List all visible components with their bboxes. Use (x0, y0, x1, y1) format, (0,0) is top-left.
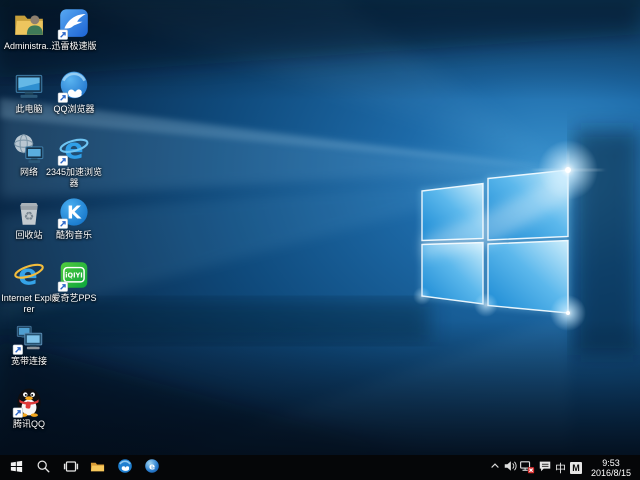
desktop-icon-label: 回收站 (15, 230, 42, 241)
desktop-icon-label: 宽带连接 (11, 356, 47, 367)
file-explorer-button[interactable] (84, 455, 111, 480)
tencent-qq-icon (12, 384, 46, 418)
shortcut-arrow-badge (58, 93, 68, 103)
desktop-icon-label: 迅雷极速版 (51, 41, 96, 52)
svg-text:iQIYI: iQIYI (65, 271, 83, 279)
svg-text:e: e (148, 462, 154, 472)
clock-time: 9:53 (586, 458, 636, 468)
network-status-button[interactable] (518, 455, 536, 480)
taskbar-clock[interactable]: 9:53 2016/8/15 (584, 458, 638, 478)
shortcut-arrow-badge (13, 345, 23, 355)
user-folder-icon (12, 6, 46, 40)
thunder-speed-icon (57, 6, 91, 40)
iqiyi-pps-icon: iQIYI (57, 258, 91, 292)
speaker-icon (503, 459, 517, 476)
chevron-up-icon (489, 460, 501, 475)
internet-explorer-icon: e (12, 258, 46, 292)
network-disconnected-icon (519, 459, 535, 477)
speech-bubble-icon (538, 459, 552, 476)
desktop-icon-label: 2345加速浏览器 (45, 167, 103, 189)
desktop-icon-iqiyi[interactable]: iQIYI 爱奇艺PPS (45, 258, 103, 304)
volume-button[interactable] (502, 455, 518, 480)
ime-letter-indicator: M (570, 462, 582, 474)
recycle-bin-icon: ♻ (12, 195, 46, 229)
shortcut-arrow-badge (58, 156, 68, 166)
folder-icon (89, 459, 106, 477)
clock-date: 2016/8/15 (586, 468, 636, 478)
desktop-icon-label: 腾讯QQ (13, 419, 45, 430)
shortcut-arrow-badge (13, 408, 23, 418)
browser-sphere-taskbar-button[interactable]: e (138, 455, 165, 480)
search-icon (36, 459, 51, 477)
blue-sphere-e-icon: e (144, 458, 160, 477)
desktop-icon-2345-browser[interactable]: e 2345加速浏览器 (45, 132, 103, 189)
network-icon (12, 132, 46, 166)
desktop: Administra... 此电脑 网络 (0, 0, 640, 455)
desktop-icon-kugou[interactable]: K 酷狗音乐 (45, 195, 103, 241)
ime-chinese-indicator: 中 (553, 460, 568, 476)
system-tray: 中 M 9:53 2016/8/15 (488, 455, 640, 480)
ime-mode-button[interactable]: 中 (553, 455, 568, 480)
qq-browser-icon (117, 458, 133, 477)
start-button[interactable] (3, 455, 30, 480)
windows-logo-icon (9, 459, 24, 477)
2345-browser-icon: e (57, 132, 91, 166)
messages-button[interactable] (536, 455, 553, 480)
svg-text:K: K (67, 202, 82, 223)
desktop-icon-tencent-qq[interactable]: 腾讯QQ (0, 384, 58, 430)
desktop-icon-label: 网络 (20, 167, 38, 178)
svg-text:♻: ♻ (24, 209, 34, 223)
task-view-button[interactable] (57, 455, 84, 480)
shortcut-arrow-badge (58, 30, 68, 40)
desktop-icon-label: 爱奇艺PPS (51, 293, 96, 304)
search-button[interactable] (30, 455, 57, 480)
desktop-icon-thunder[interactable]: 迅雷极速版 (45, 6, 103, 52)
this-pc-icon (12, 69, 46, 103)
desktop-icon-label: 此电脑 (15, 104, 42, 115)
kugou-music-icon: K (57, 195, 91, 229)
task-view-icon (63, 459, 79, 477)
desktop-icon-label: QQ浏览器 (53, 104, 94, 115)
shortcut-arrow-badge (58, 282, 68, 292)
qq-browser-taskbar-button[interactable] (111, 455, 138, 480)
taskbar: e (0, 455, 640, 480)
ime-language-button[interactable]: M (568, 455, 584, 480)
show-hidden-icons-button[interactable] (488, 455, 502, 480)
broadband-connection-icon (12, 321, 46, 355)
desktop-icon-qq-browser[interactable]: QQ浏览器 (45, 69, 103, 115)
shortcut-arrow-badge (58, 219, 68, 229)
desktop-icon-broadband[interactable]: 宽带连接 (0, 321, 58, 367)
qq-browser-icon (57, 69, 91, 103)
desktop-icon-label: 酷狗音乐 (56, 230, 92, 241)
